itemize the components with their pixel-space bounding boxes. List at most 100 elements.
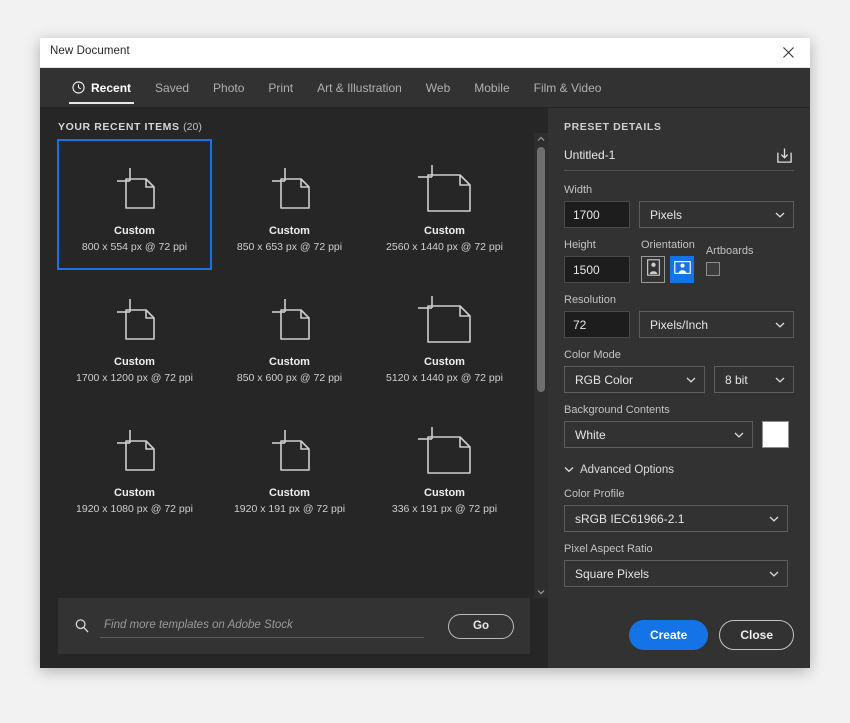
resolution-row: Resolution Pixels/Inch [564,294,794,338]
recent-items-grid: Custom 800 x 554 px @ 72 ppi Custom 850 … [40,139,548,532]
recent-item-name: Custom [269,225,310,237]
recent-item-dimensions: 2560 x 1440 px @ 72 ppi [386,241,503,253]
document-thumbnail-icon [259,290,321,352]
document-name-input[interactable] [564,146,774,164]
tab-art-illustration[interactable]: Art & Illustration [305,68,414,107]
background-contents-value: White [575,427,606,442]
recent-item-name: Custom [424,487,465,499]
chevron-down-icon [775,321,785,328]
tab-recent[interactable]: Recent [60,68,143,107]
dialog-body: YOUR RECENT ITEMS (20) Custom 800 x 554 … [40,108,810,668]
background-contents-label: Background Contents [564,404,670,416]
tab-label: Print [268,80,294,95]
window-close-button[interactable] [766,38,810,67]
height-input[interactable] [564,256,630,283]
recent-item[interactable]: Custom 1920 x 1080 px @ 72 ppi [57,401,212,532]
pixel-aspect-ratio-select[interactable]: Square Pixels [564,560,788,587]
document-thumbnail-icon [259,159,321,221]
recent-item-dimensions: 800 x 554 px @ 72 ppi [81,241,188,253]
color-profile-select[interactable]: sRGB IEC61966-2.1 [564,505,788,532]
search-icon [74,618,90,634]
color-profile-row: Color Profile sRGB IEC61966-2.1 [564,488,794,532]
close-icon [782,47,794,58]
width-unit-value: Pixels [650,207,683,222]
recent-item[interactable]: Custom 336 x 191 px @ 72 ppi [367,401,522,532]
recent-item-dimensions: 1920 x 191 px @ 72 ppi [233,503,346,515]
document-name-row [564,145,794,171]
resolution-input[interactable] [564,311,630,338]
chevron-down-icon [564,464,574,476]
color-mode-row: Color Mode RGB Color 8 bit [564,349,794,393]
scroll-down-arrow-icon[interactable] [534,586,548,598]
preset-details-header: PRESET DETAILS [564,121,662,133]
color-mode-select[interactable]: RGB Color [564,366,705,393]
recent-item-name: Custom [114,487,155,499]
tab-print[interactable]: Print [256,68,305,107]
tab-label: Film & Video [533,80,602,95]
resolution-unit-select[interactable]: Pixels/Inch [639,311,794,338]
recent-item-dimensions: 336 x 191 px @ 72 ppi [391,503,498,515]
color-mode-value: RGB Color [575,372,634,387]
height-label: Height [564,239,596,251]
resolution-label: Resolution [564,294,616,306]
recent-item-dimensions: 1920 x 1080 px @ 72 ppi [76,503,193,515]
orientation-portrait-button[interactable] [641,256,665,283]
recent-items-header: YOUR RECENT ITEMS (20) [40,108,548,133]
advanced-options-label: Advanced Options [580,464,674,476]
close-button[interactable]: Close [719,620,794,650]
artboards-checkbox[interactable] [705,262,720,276]
tab-label: Recent [91,80,132,95]
scroll-up-arrow-icon[interactable] [534,133,548,145]
stock-go-button[interactable]: Go [448,613,514,639]
tab-mobile[interactable]: Mobile [462,68,521,107]
document-thumbnail-icon [104,290,166,352]
pixel-aspect-ratio-row: Pixel Aspect Ratio Square Pixels [564,543,794,587]
bit-depth-value: 8 bit [725,372,748,387]
tab-film-video[interactable]: Film & Video [522,68,614,107]
recent-item[interactable]: Custom 5120 x 1440 px @ 72 ppi [367,270,522,401]
recent-items-grid-wrapper: Custom 800 x 554 px @ 72 ppi Custom 850 … [40,133,548,598]
bit-depth-select[interactable]: 8 bit [714,366,794,393]
recent-item[interactable]: Custom 1920 x 191 px @ 72 ppi [212,401,367,532]
recent-item-name: Custom [269,356,310,368]
document-thumbnail-icon [259,421,321,483]
recent-items-scrollbar[interactable] [534,133,548,598]
background-contents-select[interactable]: White [564,421,753,448]
orientation-buttons [641,256,695,283]
recent-item[interactable]: Custom 850 x 600 px @ 72 ppi [212,270,367,401]
recent-item-dimensions: 5120 x 1440 px @ 72 ppi [386,372,503,384]
recent-item-dimensions: 1700 x 1200 px @ 72 ppi [76,372,193,384]
color-mode-label: Color Mode [564,349,621,361]
width-input[interactable] [564,201,630,228]
pixel-aspect-ratio-label: Pixel Aspect Ratio [564,543,653,555]
chevron-down-icon [686,376,696,383]
tab-label: Saved [155,80,190,95]
create-button[interactable]: Create [628,620,709,650]
landscape-icon [673,260,691,279]
scrollbar-track[interactable] [534,145,548,586]
document-thumbnail-icon [104,159,166,221]
tab-web[interactable]: Web [414,68,462,107]
chevron-down-icon [775,211,785,218]
recent-items-count: (20) [183,121,202,133]
pixel-aspect-ratio-value: Square Pixels [575,566,650,581]
orientation-landscape-button[interactable] [670,256,694,283]
recent-item[interactable]: Custom 2560 x 1440 px @ 72 ppi [367,139,522,270]
recent-item-name: Custom [114,225,155,237]
preset-details-panel: PRESET DETAILS Width [548,108,810,668]
artboards-label: Artboards [705,245,754,257]
recent-item-name: Custom [424,356,465,368]
recent-item[interactable]: Custom 1700 x 1200 px @ 72 ppi [57,270,212,401]
tab-photo[interactable]: Photo [201,68,256,107]
recent-item[interactable]: Custom 850 x 653 px @ 72 ppi [212,139,367,270]
recent-item[interactable]: Custom 800 x 554 px @ 72 ppi [57,139,212,270]
save-preset-icon[interactable] [774,145,794,165]
tab-saved[interactable]: Saved [143,68,201,107]
scrollbar-thumb[interactable] [537,147,545,392]
background-color-swatch[interactable] [762,421,789,448]
category-tabs: Recent Saved Photo Print Art & Illustrat… [40,68,810,108]
background-contents-row: Background Contents White [564,404,794,448]
advanced-options-toggle[interactable]: Advanced Options [564,464,794,476]
width-unit-select[interactable]: Pixels [639,201,794,228]
stock-search-input[interactable] [100,614,424,638]
